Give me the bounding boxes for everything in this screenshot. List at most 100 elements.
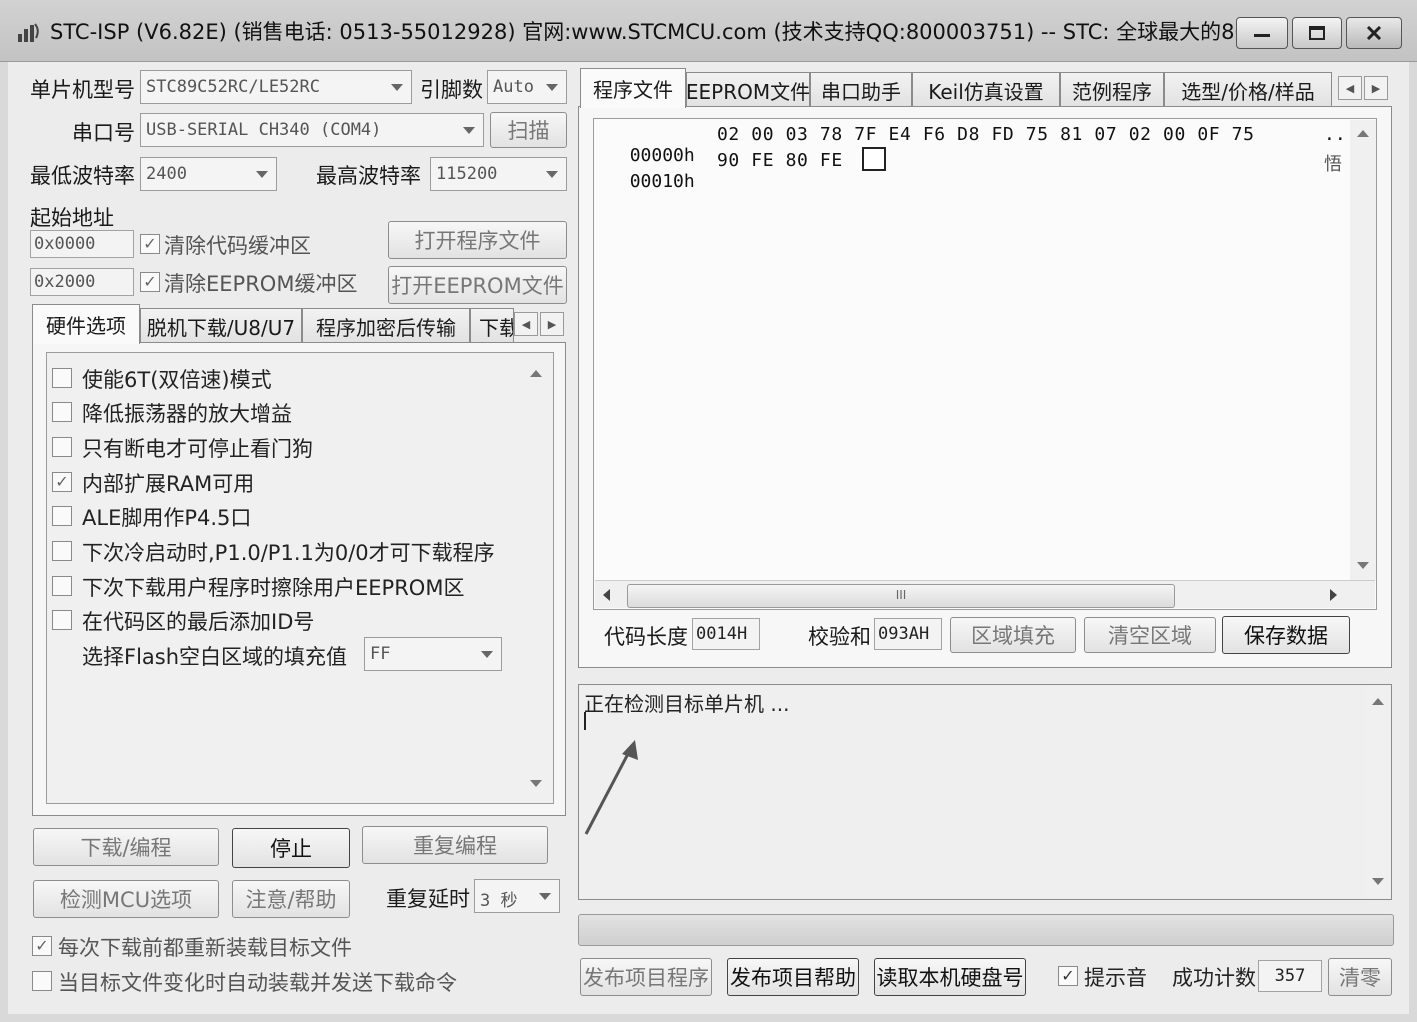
clear-eeprom-buffer-checkbox[interactable]: ✓ — [140, 272, 160, 292]
publish-program-button[interactable]: 发布项目程序 — [580, 958, 712, 996]
pin-count-label: 引脚数 — [420, 78, 483, 102]
help-button[interactable]: 注意/帮助 — [232, 880, 350, 918]
hex-edit-cursor[interactable] — [862, 147, 886, 171]
beep-label: 提示音 — [1084, 966, 1147, 990]
code-address-input[interactable]: 0x0000 — [30, 230, 134, 258]
option-label: 下次下载用户程序时擦除用户EEPROM区 — [82, 576, 465, 600]
maximize-button[interactable] — [1292, 17, 1342, 49]
option-checkbox[interactable] — [52, 610, 72, 630]
close-button[interactable] — [1346, 17, 1402, 49]
auto-reload-label: 当目标文件变化时自动装载并发送下载命令 — [58, 971, 457, 995]
option-checkbox[interactable] — [52, 541, 72, 561]
beep-checkbox[interactable]: ✓ — [1058, 966, 1078, 986]
option-checkbox[interactable] — [52, 402, 72, 422]
option-label: ALE脚用作P4.5口 — [82, 506, 252, 530]
clear-eeprom-buffer-label: 清除EEPROM缓冲区 — [164, 272, 358, 296]
hex-horizontal-scrollbar[interactable]: III — [595, 580, 1375, 608]
chevron-down-icon — [391, 84, 403, 91]
fill-region-button[interactable]: 区域填充 — [950, 617, 1076, 653]
tab-keil-simulation[interactable]: Keil仿真设置 — [912, 72, 1060, 108]
hex-address: 00010h — [629, 171, 695, 192]
tab-scroll-left-button[interactable]: ◀ — [514, 312, 538, 336]
mcu-type-select[interactable]: STC89C52RC/LE52RC — [140, 70, 412, 104]
auto-reload-checkbox[interactable] — [32, 971, 52, 991]
scroll-down-icon — [530, 780, 542, 787]
scan-button[interactable]: 扫描 — [490, 112, 567, 148]
chevron-down-icon — [256, 171, 268, 178]
serial-port-select[interactable]: USB-SERIAL CH340 (COM4) — [140, 113, 484, 147]
fill-value-select[interactable]: FF — [364, 637, 502, 671]
checksum-label: 校验和 — [808, 625, 871, 649]
option-checkbox[interactable] — [52, 576, 72, 596]
scroll-up-icon — [1357, 130, 1369, 137]
min-baud-select[interactable]: 2400 — [140, 157, 277, 191]
open-program-file-button[interactable]: 打开程序文件 — [388, 221, 567, 259]
pin-count-select[interactable]: Auto — [487, 70, 567, 104]
option-checkbox[interactable]: ✓ — [52, 472, 72, 492]
publish-help-button[interactable]: 发布项目帮助 — [727, 958, 859, 996]
clear-region-button[interactable]: 清空区域 — [1084, 617, 1216, 653]
progress-bar — [578, 914, 1394, 946]
tab-download[interactable]: 下载 — [470, 308, 514, 344]
hex-ascii: .. — [1324, 124, 1346, 145]
code-length-label: 代码长度 — [604, 625, 688, 649]
chevron-left-icon: ◀ — [1345, 81, 1355, 95]
tab-hardware-options[interactable]: 硬件选项 — [32, 304, 140, 344]
title-bar[interactable]: STC-ISP (V6.82E) (销售电话: 0513-55012928) 官… — [0, 0, 1417, 62]
maximize-icon — [1309, 26, 1325, 40]
log-scrollbar[interactable] — [1366, 686, 1390, 898]
stop-button[interactable]: 停止 — [232, 828, 350, 868]
chevron-right-icon: ▶ — [1371, 81, 1381, 95]
hex-vertical-scrollbar[interactable] — [1350, 120, 1376, 580]
chevron-down-icon — [539, 893, 551, 900]
text-cursor — [584, 712, 586, 730]
log-text: 正在检测目标单片机 ... — [584, 692, 790, 716]
open-eeprom-file-button[interactable]: 打开EEPROM文件 — [388, 266, 567, 304]
tab-offline-download[interactable]: 脱机下载/U8/U7 — [140, 308, 302, 344]
read-disk-id-button[interactable]: 读取本机硬盘号 — [874, 958, 1026, 996]
eeprom-address-input[interactable]: 0x2000 — [30, 268, 134, 296]
reprogram-button[interactable]: 重复编程 — [362, 826, 548, 864]
reload-before-download-checkbox[interactable]: ✓ — [32, 936, 52, 956]
max-baud-select[interactable]: 115200 — [430, 157, 567, 191]
right-tab-scroll-right-button[interactable]: ▶ — [1364, 76, 1388, 100]
option-label: 在代码区的最后添加ID号 — [82, 610, 315, 634]
option-label: 使能6T(双倍速)模式 — [82, 368, 272, 392]
clear-count-button[interactable]: 清零 — [1328, 958, 1392, 996]
window-title: STC-ISP (V6.82E) (销售电话: 0513-55012928) 官… — [50, 20, 1268, 44]
option-checkbox[interactable] — [52, 437, 72, 457]
tab-example-programs[interactable]: 范例程序 — [1060, 72, 1164, 108]
right-tab-scroll-left-button[interactable]: ◀ — [1338, 76, 1362, 100]
fill-value: FF — [370, 644, 391, 664]
max-baud-value: 115200 — [436, 164, 498, 184]
tab-serial-assistant[interactable]: 串口助手 — [810, 72, 912, 108]
option-checkbox[interactable] — [52, 368, 72, 388]
repeat-delay-value: 3 秒 — [480, 891, 518, 911]
tab-scroll-right-button[interactable]: ▶ — [540, 312, 564, 336]
fill-value-label: 选择Flash空白区域的填充值 — [82, 645, 348, 669]
scroll-up-icon — [530, 370, 542, 377]
min-baud-label: 最低波特率 — [30, 164, 135, 188]
scroll-thumb[interactable]: III — [627, 584, 1175, 608]
hex-view[interactable] — [593, 118, 1377, 610]
hex-bytes: 90 FE 80 FE — [717, 150, 843, 171]
hex-bytes: 02 00 03 78 7F E4 F6 D8 FD 75 81 07 02 0… — [717, 124, 1255, 145]
tab-program-file[interactable]: 程序文件 — [580, 68, 686, 108]
tab-eeprom-file[interactable]: EEPROM文件 — [686, 72, 810, 108]
option-label: 只有断电才可停止看门狗 — [82, 437, 313, 461]
minimize-button[interactable] — [1236, 17, 1288, 49]
reload-before-download-label: 每次下载前都重新装载目标文件 — [58, 936, 352, 960]
repeat-delay-select[interactable]: 3 秒 — [474, 879, 560, 913]
chevron-right-icon: ▶ — [547, 317, 557, 331]
save-data-button[interactable]: 保存数据 — [1222, 616, 1350, 654]
minimize-icon — [1254, 34, 1270, 37]
option-label: 降低振荡器的放大增益 — [82, 402, 292, 426]
option-label: 内部扩展RAM可用 — [82, 472, 255, 496]
download-program-button[interactable]: 下载/编程 — [33, 828, 219, 866]
options-scrollbar[interactable] — [522, 354, 552, 802]
detect-mcu-options-button[interactable]: 检测MCU选项 — [33, 880, 219, 918]
option-checkbox[interactable] — [52, 506, 72, 526]
clear-code-buffer-checkbox[interactable]: ✓ — [140, 234, 160, 254]
tab-selection-price[interactable]: 选型/价格/样品 — [1164, 72, 1332, 108]
tab-encrypted-transfer[interactable]: 程序加密后传输 — [302, 308, 470, 344]
